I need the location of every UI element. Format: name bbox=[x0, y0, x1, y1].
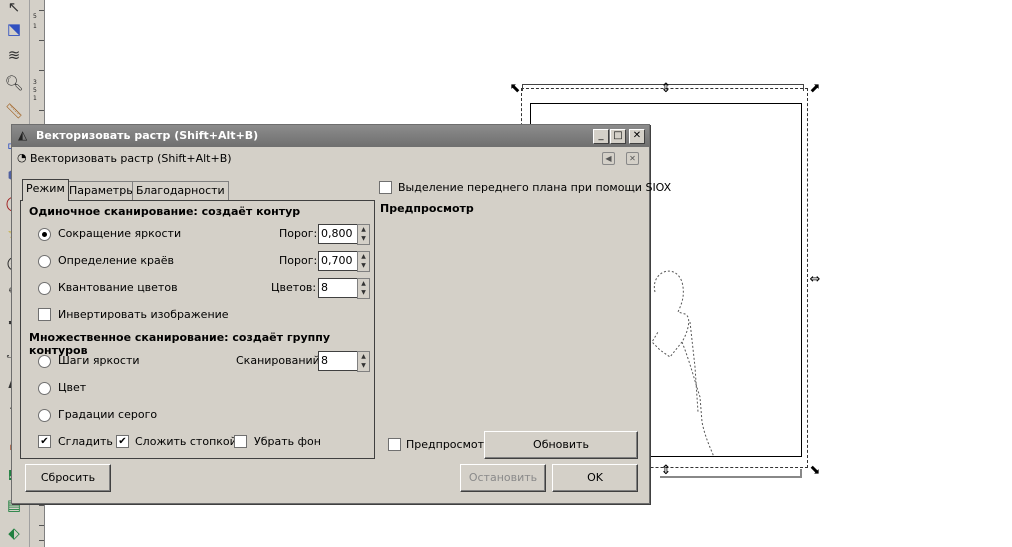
traced-figure bbox=[651, 270, 715, 458]
resize-handle-ne[interactable]: ⬈ bbox=[808, 82, 822, 96]
preview-check-label: Предпросмотр bbox=[406, 438, 491, 451]
tab-label: Благодарности bbox=[136, 184, 225, 197]
tweak-icon[interactable]: ≋ bbox=[3, 44, 25, 66]
radio-colors[interactable] bbox=[38, 382, 51, 395]
stack-checkbox[interactable]: ✔ bbox=[116, 435, 129, 448]
resize-handle-nw[interactable]: ⬉ bbox=[508, 82, 522, 96]
spin-arrows-icon[interactable]: ▲ ▼ bbox=[357, 278, 370, 299]
invert-image-checkbox[interactable] bbox=[38, 308, 51, 321]
single-scan-heading: Одиночное сканирование: создаёт контур bbox=[29, 205, 301, 218]
preview-heading: Предпросмотр bbox=[380, 202, 474, 215]
grays-label: Градации серого bbox=[58, 408, 158, 421]
tab-mode[interactable]: Режим bbox=[22, 179, 69, 201]
radio-brightness-cutoff[interactable] bbox=[38, 228, 51, 241]
spin-arrows-icon[interactable]: ▲ ▼ bbox=[357, 224, 370, 245]
brightness-threshold-spinbox[interactable]: 0,800 ▲ ▼ bbox=[318, 224, 370, 245]
spin-value: 0,800 bbox=[321, 227, 353, 240]
radio-edge-detection[interactable] bbox=[38, 255, 51, 268]
stop-button[interactable]: Остановить bbox=[460, 464, 546, 492]
colors-option-label: Цвет bbox=[58, 381, 87, 394]
ruler-label: 1 bbox=[33, 23, 37, 30]
preview-checkbox[interactable] bbox=[388, 438, 401, 451]
radio-brightness-steps[interactable] bbox=[38, 355, 51, 368]
ruler-label: 5 bbox=[33, 87, 37, 94]
dialog-title: Векторизовать растр (Shift+Alt+B) bbox=[36, 129, 259, 142]
resize-handle-e[interactable]: ⇔ bbox=[808, 273, 822, 287]
edge-threshold-spinbox[interactable]: 0,700 ▲ ▼ bbox=[318, 251, 370, 272]
ruler-label: 1 bbox=[33, 95, 37, 102]
smooth-label: Сгладить bbox=[58, 435, 113, 448]
tab-parameters[interactable]: Параметры bbox=[65, 181, 139, 200]
scans-label: Сканирований: bbox=[236, 354, 324, 367]
dock-arrow-icon[interactable]: ◀ bbox=[602, 152, 615, 165]
colors-label: Цветов: bbox=[271, 281, 317, 294]
resize-handle-se[interactable]: ⬊ bbox=[808, 464, 822, 478]
siox-checkbox[interactable] bbox=[379, 181, 392, 194]
update-button[interactable]: Обновить bbox=[484, 431, 638, 459]
dock-title: Векторизовать растр (Shift+Alt+B) bbox=[30, 152, 232, 165]
remove-background-label: Убрать фон bbox=[254, 435, 321, 448]
tab-label: Режим bbox=[26, 182, 65, 195]
radio-color-quantization[interactable] bbox=[38, 282, 51, 295]
ok-button[interactable]: OK bbox=[552, 464, 638, 492]
threshold-label: Порог: bbox=[279, 254, 318, 267]
page-shadow bbox=[660, 476, 802, 478]
edge-detection-label: Определение краёв bbox=[58, 254, 174, 267]
brightness-cutoff-label: Сокращение яркости bbox=[58, 227, 182, 240]
reset-button[interactable]: Сбросить bbox=[25, 464, 111, 492]
maximize-button[interactable]: □ bbox=[610, 129, 626, 144]
mode-tab-panel: Одиночное сканирование: создаёт контур С… bbox=[20, 200, 375, 459]
node-icon[interactable]: ⬔ bbox=[3, 18, 25, 40]
close-button[interactable]: ✕ bbox=[629, 129, 645, 144]
spin-value: 0,700 bbox=[321, 254, 353, 267]
resize-handle-s[interactable]: ⇕ bbox=[659, 464, 673, 478]
trace-icon: ◔ bbox=[17, 151, 27, 164]
spin-value: 8 bbox=[321, 354, 328, 367]
resize-handle-n[interactable]: ⇕ bbox=[659, 82, 673, 96]
threshold-label: Порог: bbox=[279, 227, 318, 240]
remove-background-checkbox[interactable] bbox=[234, 435, 247, 448]
spin-arrows-icon[interactable]: ▲ ▼ bbox=[357, 351, 370, 372]
measure-icon[interactable]: 📏︎ bbox=[3, 100, 25, 122]
scans-spinbox[interactable]: 8 ▲ ▼ bbox=[318, 351, 370, 372]
brightness-steps-label: Шаги яркости bbox=[58, 354, 140, 367]
radio-grays[interactable] bbox=[38, 409, 51, 422]
inkscape-icon: ◭ bbox=[18, 128, 28, 142]
colors-spinbox[interactable]: 8 ▲ ▼ bbox=[318, 278, 370, 299]
dock-header: ◔ Векторизовать растр (Shift+Alt+B) ◀ ✕ bbox=[12, 147, 649, 169]
tab-credits[interactable]: Благодарности bbox=[132, 181, 229, 200]
zoom-icon[interactable]: 🔍︎ bbox=[3, 72, 25, 94]
preview-area bbox=[380, 219, 640, 424]
spin-arrows-icon[interactable]: ▲ ▼ bbox=[357, 251, 370, 272]
invert-image-label: Инвертировать изображение bbox=[58, 308, 229, 321]
trace-bitmap-dialog: ◭ Векторизовать растр (Shift+Alt+B) _ □ … bbox=[11, 124, 671, 504]
title-bar[interactable]: ◭ Векторизовать растр (Shift+Alt+B) _ □ … bbox=[12, 125, 649, 147]
ruler-label: 5 bbox=[33, 13, 37, 20]
stack-label: Сложить стопкой bbox=[135, 435, 237, 448]
mesh-icon[interactable]: ⬖ bbox=[3, 522, 25, 544]
selector-icon[interactable]: ↖ bbox=[3, 0, 25, 18]
tab-label: Параметры bbox=[69, 184, 135, 197]
minimize-button[interactable]: _ bbox=[593, 129, 609, 144]
dock-close-icon[interactable]: ✕ bbox=[626, 152, 639, 165]
spin-value: 8 bbox=[321, 281, 328, 294]
siox-label: Выделение переднего плана при помощи SIO… bbox=[398, 181, 672, 194]
ruler-label: 3 bbox=[33, 79, 37, 86]
color-quantization-label: Квантование цветов bbox=[58, 281, 178, 294]
smooth-checkbox[interactable]: ✔ bbox=[38, 435, 51, 448]
